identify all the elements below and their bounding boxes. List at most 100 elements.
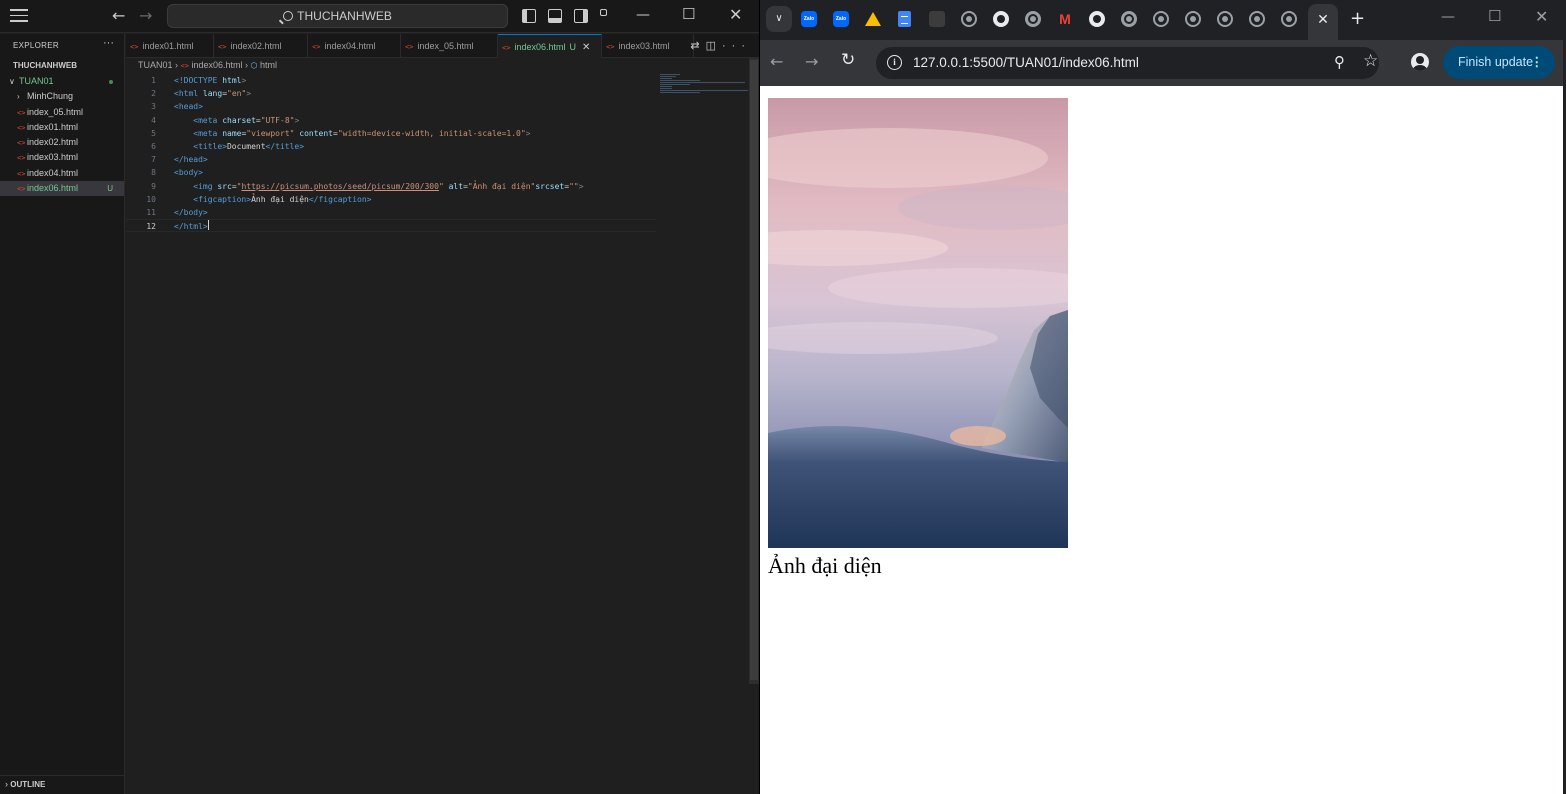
explorer-item-index03[interactable]: <> index03.html [0, 150, 124, 165]
tab-index-05[interactable]: <> index_05.html [401, 34, 498, 58]
forward-arrow-icon[interactable]: → [139, 6, 152, 25]
customize-layout-icon[interactable] [600, 9, 607, 16]
breadcrumb: TUAN01 › <> index06.html › ⬡ html [138, 60, 277, 70]
outline-section[interactable]: › OUTLINE [0, 775, 124, 794]
line-number: 11 [146, 208, 156, 217]
close-icon[interactable]: ✕ [1535, 7, 1548, 26]
toggle-panel-icon[interactable] [548, 9, 562, 23]
explorer-item-label: index02.html [27, 137, 79, 147]
tab-index06[interactable]: <> index06.html U ✕ [498, 34, 602, 58]
tab-index02[interactable]: <> index02.html [214, 34, 308, 58]
code-token: <meta [193, 129, 218, 138]
code-token: <title> [193, 142, 227, 151]
explorer-item-label: index06.html [27, 183, 79, 193]
tab-index01[interactable]: <> index01.html [126, 34, 214, 58]
explorer-header: EXPLORER [13, 41, 59, 50]
minimize-icon[interactable]: — [1441, 9, 1455, 25]
explorer-item-label: MinhChung [27, 91, 74, 101]
close-icon[interactable]: ✕ [729, 5, 742, 24]
toggle-primary-sidebar-icon[interactable] [522, 9, 536, 23]
untracked-badge: U [569, 42, 576, 52]
zoom-icon[interactable]: ⚲ [1334, 53, 1345, 71]
html-file-icon: <> [405, 43, 414, 51]
profile-avatar-icon[interactable] [1411, 53, 1429, 71]
globe-favicon-icon[interactable] [1153, 11, 1169, 27]
tab-index04[interactable]: <> index04.html [308, 34, 401, 58]
chrome-favicon-icon[interactable] [1121, 11, 1137, 27]
line-number: 1 [151, 76, 156, 85]
close-tab-icon[interactable]: ✕ [582, 42, 590, 53]
editor-scrollbar[interactable] [750, 60, 758, 680]
text-cursor [207, 220, 209, 230]
back-arrow-icon[interactable]: ← [112, 6, 125, 25]
github-favicon-icon[interactable] [993, 11, 1009, 27]
more-actions-icon[interactable]: ··· [103, 37, 114, 49]
reload-icon[interactable]: ↻ [841, 50, 855, 70]
explorer-item-index06[interactable]: <> index06.html U [0, 181, 124, 196]
globe-favicon-icon[interactable] [1281, 11, 1297, 27]
breadcrumb-symbol[interactable]: html [260, 60, 277, 70]
explorer-item-index01[interactable]: <> index01.html [0, 120, 124, 135]
split-editor-icon[interactable]: ◫ [706, 40, 722, 52]
code-link[interactable]: https://picsum.photos/seed/picsum/200/30… [241, 182, 438, 191]
code-line: 10 <figcaption>Ảnh đại diện</figcaption> [126, 193, 656, 206]
back-arrow-icon[interactable]: ← [770, 52, 783, 71]
minimize-icon[interactable]: — [636, 7, 650, 23]
omnibox[interactable]: i 127.0.0.1:5500/TUAN01/index06.html ⚲ ☆ [876, 47, 1379, 79]
symbol-icon: ⬡ [250, 61, 258, 70]
new-tab-plus-icon[interactable]: + [1350, 8, 1365, 29]
globe-favicon-icon[interactable] [961, 11, 977, 27]
html-file-icon: <> [180, 62, 189, 70]
maximize-icon[interactable]: ☐ [682, 5, 695, 23]
code-line: 6 <title>Document</title> [126, 140, 656, 153]
page-viewport: Ảnh đại diện [760, 86, 1565, 794]
code-editor[interactable]: 1 <!DOCTYPE html> 2 <html lang="en"> 3 <hea… [126, 74, 749, 794]
globe-favicon-icon[interactable] [1249, 11, 1265, 27]
code-token: content [299, 129, 333, 138]
globe-favicon-icon[interactable] [1217, 11, 1233, 27]
profile-image [768, 98, 1068, 548]
line-number: 6 [151, 142, 156, 151]
html-file-icon: <> [17, 109, 26, 117]
folder-tuan01[interactable]: ∨ TUAN01 [0, 74, 124, 89]
active-tab-close-icon[interactable]: ✕ [1308, 4, 1338, 40]
tab-index03[interactable]: <> index03.html [602, 34, 694, 58]
forward-arrow-icon[interactable]: → [805, 52, 818, 71]
address-bar-url[interactable]: 127.0.0.1:5500/TUAN01/index06.html [913, 55, 1139, 70]
breadcrumb-folder[interactable]: TUAN01 [138, 60, 173, 70]
site-info-icon[interactable]: i [887, 55, 902, 70]
app-favicon-icon[interactable] [929, 11, 945, 27]
maximize-icon[interactable]: ☐ [1488, 7, 1501, 25]
menu-icon[interactable] [10, 9, 28, 23]
globe-favicon-icon[interactable] [1185, 11, 1201, 27]
chrome-favicon-icon[interactable] [1025, 11, 1041, 27]
minimap[interactable] [660, 74, 750, 96]
html-file-icon: <> [17, 154, 26, 162]
more-actions-icon[interactable]: ··· [722, 40, 751, 52]
explorer-item-label: index_05.html [27, 107, 84, 117]
compare-icon[interactable]: ⇄ [690, 40, 705, 52]
html-file-icon: <> [17, 185, 26, 193]
code-token: charset [222, 116, 256, 125]
github-favicon-icon[interactable] [1089, 11, 1105, 27]
workspace-root[interactable]: THUCHANHWEB [0, 58, 124, 73]
html-file-icon: <> [17, 124, 26, 132]
gmail-favicon-icon[interactable]: M [1057, 11, 1073, 27]
kebab-menu-icon[interactable]: ⋮ [1531, 46, 1544, 79]
finish-update-button[interactable]: Finish update ⋮ [1443, 46, 1555, 79]
explorer-item-index04[interactable]: <> index04.html [0, 166, 124, 181]
code-token: <!DOCTYPE [174, 76, 218, 85]
breadcrumb-file[interactable]: index06.html [191, 60, 242, 70]
outline-label: OUTLINE [10, 780, 46, 789]
google-drive-favicon-icon[interactable] [865, 12, 881, 26]
tab-search-chevron-icon[interactable]: ∨ [766, 6, 792, 32]
explorer-item-index-05[interactable]: <> index_05.html [0, 105, 124, 120]
command-center[interactable]: THUCHANHWEB [167, 4, 508, 28]
google-docs-favicon-icon[interactable] [898, 11, 911, 27]
zalo-favicon-icon[interactable]: Zalo [801, 11, 817, 27]
zalo-favicon-icon[interactable]: Zalo [833, 11, 849, 27]
bookmark-star-icon[interactable]: ☆ [1363, 51, 1378, 71]
toggle-secondary-sidebar-icon[interactable] [574, 9, 588, 23]
explorer-item-index02[interactable]: <> index02.html [0, 135, 124, 150]
explorer-item-minhchung[interactable]: › MinhChung [0, 89, 124, 104]
